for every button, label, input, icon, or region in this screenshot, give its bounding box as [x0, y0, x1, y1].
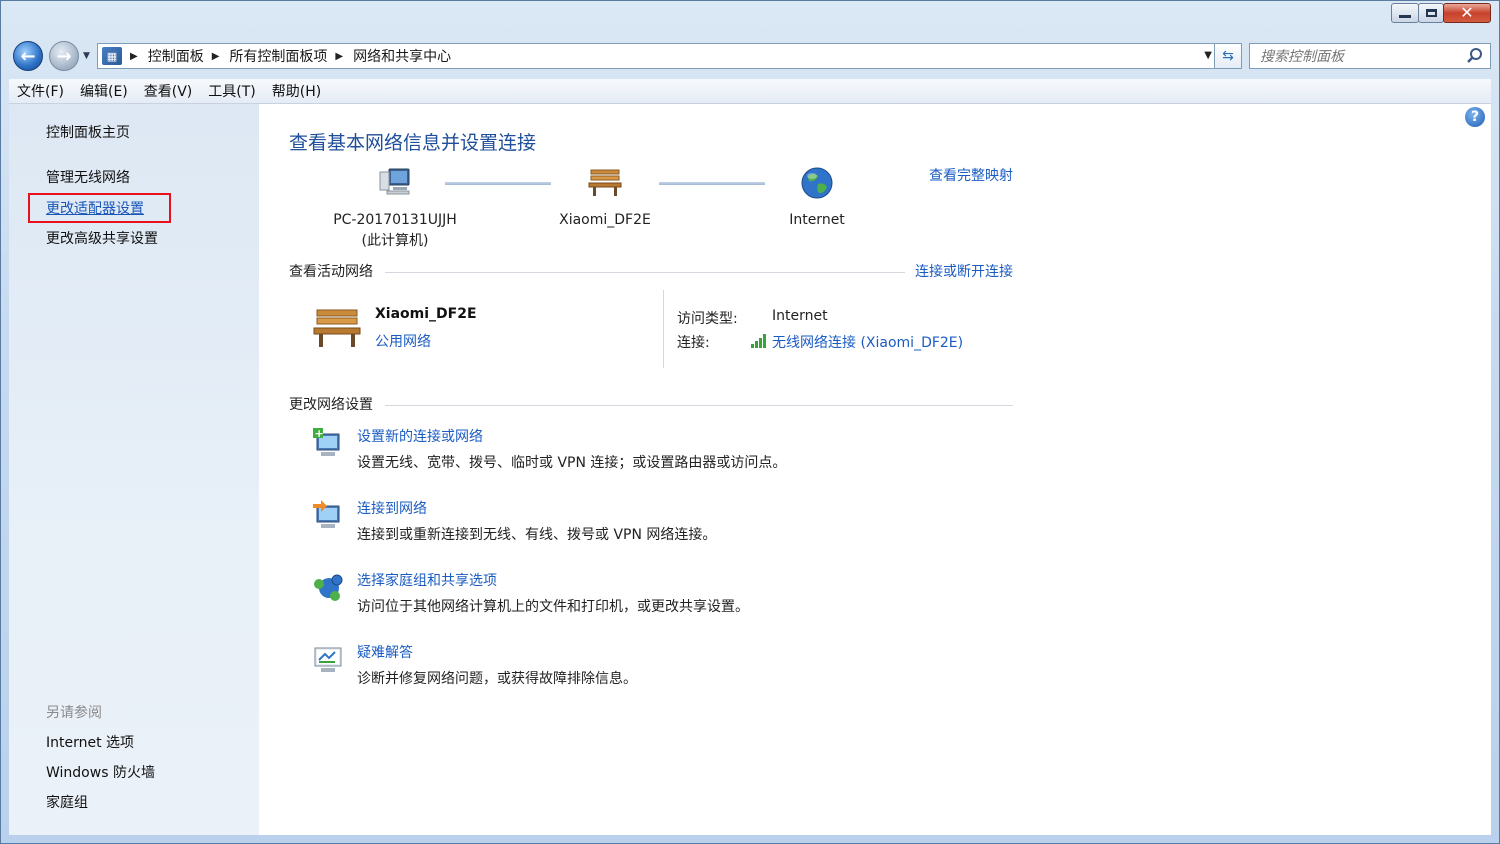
sidebar-internet-options[interactable]: Internet 选项	[46, 732, 134, 752]
access-type-label: 访问类型:	[677, 311, 738, 327]
connect-network-icon	[313, 500, 340, 528]
task-description: 设置无线、宽带、拨号、临时或 VPN 连接；或设置路由器或访问点。	[357, 455, 787, 471]
highlight-box	[28, 193, 171, 223]
connection-line	[445, 182, 551, 185]
computer-icon	[379, 168, 410, 195]
menu-file[interactable]: 文件(F)	[9, 81, 72, 101]
sidebar-advanced-sharing[interactable]: 更改高级共享设置	[46, 228, 158, 248]
internet-node: Internet	[767, 166, 867, 231]
router-node: Xiaomi_DF2E	[545, 166, 665, 231]
caption-buttons: ✕	[1391, 3, 1491, 23]
help-icon: ?	[1470, 109, 1480, 125]
connection-line	[659, 182, 765, 185]
refresh-button[interactable]: ⇆	[1214, 43, 1242, 69]
active-networks-header: 查看活动网络	[289, 264, 373, 280]
menu-tools[interactable]: 工具(T)	[200, 81, 263, 101]
maximize-button[interactable]	[1418, 3, 1444, 23]
navigation-bar: ← → ▼ ▦ ▶ 控制面板 ▶ 所有控制面板项 ▶ 网络和共享中心 ▼ ⇆	[11, 39, 1491, 73]
access-type-value: Internet	[772, 308, 828, 324]
globe-icon	[801, 167, 833, 199]
chevron-right-icon[interactable]: ▶	[212, 51, 220, 62]
help-button[interactable]: ?	[1465, 107, 1485, 127]
change-settings-header: 更改网络设置	[289, 397, 373, 413]
chevron-down-icon[interactable]: ▼	[1204, 50, 1212, 61]
content-area: 控制面板主页 管理无线网络 更改适配器设置 更改高级共享设置 另请参阅 Inte…	[9, 104, 1491, 835]
computer-name: PC-20170131UJJH	[333, 212, 457, 228]
view-full-map-link[interactable]: 查看完整映射	[929, 165, 1013, 185]
wifi-signal-icon	[751, 334, 766, 348]
router-name: Xiaomi_DF2E	[559, 212, 651, 228]
back-button[interactable]: ←	[13, 41, 43, 71]
address-bar[interactable]: ▦ ▶ 控制面板 ▶ 所有控制面板项 ▶ 网络和共享中心 ▼	[97, 43, 1217, 69]
sidebar: 控制面板主页 管理无线网络 更改适配器设置 更改高级共享设置 另请参阅 Inte…	[9, 104, 259, 835]
chevron-right-icon[interactable]: ▶	[335, 51, 343, 62]
search-icon[interactable]	[1466, 47, 1484, 65]
sidebar-windows-firewall[interactable]: Windows 防火墙	[46, 762, 155, 782]
main-panel: 查看基本网络信息并设置连接 查看完整映射 PC-20170131UJJH (此计…	[289, 104, 1029, 835]
sidebar-homegroup[interactable]: 家庭组	[46, 792, 88, 812]
close-icon: ✕	[1460, 3, 1474, 22]
bench-icon	[588, 169, 622, 196]
connection-label: 连接:	[677, 335, 710, 351]
window: ✕ ← → ▼ ▦ ▶ 控制面板 ▶ 所有控制面板项 ▶ 网络和共享中心 ▼ ⇆…	[0, 0, 1500, 844]
search-input[interactable]	[1258, 45, 1462, 69]
forward-button[interactable]: →	[49, 41, 79, 71]
breadcrumb-network-center[interactable]: 网络和共享中心	[353, 46, 451, 66]
search-box	[1249, 43, 1491, 69]
minimize-button[interactable]	[1391, 3, 1419, 23]
maximize-icon	[1425, 9, 1437, 17]
task-description: 连接到或重新连接到无线、有线、拨号或 VPN 网络连接。	[357, 527, 717, 543]
task-title-link[interactable]: 疑难解答	[357, 642, 413, 662]
troubleshoot-icon	[314, 647, 342, 672]
task-title-link[interactable]: 选择家庭组和共享选项	[357, 570, 497, 590]
task-title-link[interactable]: 设置新的连接或网络	[357, 426, 483, 446]
connect-disconnect-link[interactable]: 连接或断开连接	[915, 261, 1013, 281]
see-also-header: 另请参阅	[46, 705, 102, 721]
task-description: 访问位于其他网络计算机上的文件和打印机，或更改共享设置。	[357, 599, 749, 615]
task-title-link[interactable]: 连接到网络	[357, 498, 427, 518]
internet-name: Internet	[789, 212, 845, 228]
history-dropdown-icon[interactable]: ▼	[83, 51, 90, 61]
vertical-divider	[663, 290, 664, 368]
page-title: 查看基本网络信息并设置连接	[289, 132, 537, 154]
sidebar-control-panel-home[interactable]: 控制面板主页	[46, 122, 130, 142]
chevron-right-icon[interactable]: ▶	[130, 51, 138, 62]
menu-edit[interactable]: 编辑(E)	[72, 81, 136, 101]
refresh-icon: ⇆	[1222, 48, 1234, 64]
network-type-link[interactable]: 公用网络	[375, 331, 431, 351]
sidebar-manage-wireless[interactable]: 管理无线网络	[46, 167, 130, 187]
network-setup-icon: +	[313, 427, 340, 456]
wireless-connection-link[interactable]: 无线网络连接 (Xiaomi_DF2E)	[772, 332, 963, 352]
menu-bar: 文件(F) 编辑(E) 查看(V) 工具(T) 帮助(H)	[9, 79, 1491, 104]
homegroup-icon	[314, 574, 343, 601]
close-button[interactable]: ✕	[1443, 3, 1491, 23]
svg-text:+: +	[315, 427, 324, 440]
computer-subtitle: (此计算机)	[361, 233, 429, 249]
active-network-name: Xiaomi_DF2E	[375, 306, 477, 322]
arrow-right-icon: →	[56, 45, 72, 67]
menu-help[interactable]: 帮助(H)	[264, 81, 329, 101]
computer-node: PC-20170131UJJH (此计算机)	[325, 166, 465, 252]
minimize-icon	[1399, 15, 1411, 18]
divider	[385, 272, 905, 273]
menu-view[interactable]: 查看(V)	[136, 81, 201, 101]
breadcrumb-control-panel[interactable]: 控制面板	[148, 46, 204, 66]
control-panel-icon: ▦	[102, 47, 122, 65]
divider	[385, 405, 1013, 406]
breadcrumb-all-items[interactable]: 所有控制面板项	[229, 46, 327, 66]
arrow-left-icon: ←	[20, 45, 36, 67]
bench-icon	[313, 309, 361, 347]
task-description: 诊断并修复网络问题，或获得故障排除信息。	[357, 671, 637, 687]
